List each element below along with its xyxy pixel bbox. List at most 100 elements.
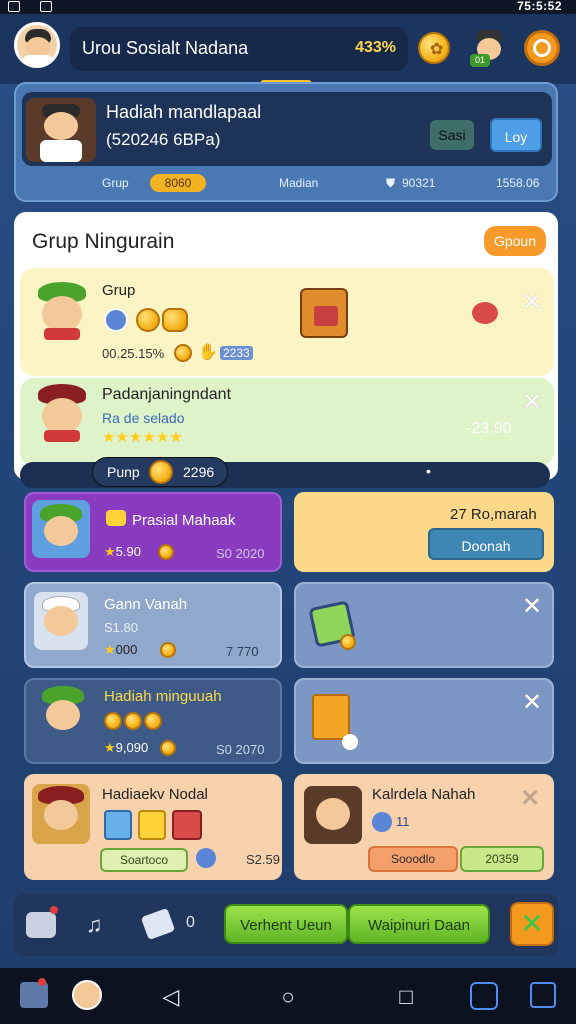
row-name: Grup — [102, 282, 136, 299]
coin-icon — [158, 544, 174, 560]
recents-icon[interactable]: □ — [391, 984, 421, 1010]
card-subtitle: S1.80 — [104, 620, 138, 635]
character-avatar — [34, 282, 90, 340]
blue-coin-icon — [196, 848, 216, 868]
card-title: 27 Ro,marah — [450, 506, 537, 523]
coin-icon — [124, 712, 142, 730]
app-icon — [40, 1, 52, 12]
notification-dot — [50, 906, 58, 914]
coin-icon — [174, 344, 192, 362]
reward-card[interactable]: ✕ — [294, 678, 554, 764]
hero-primary-button[interactable]: Loy — [490, 118, 542, 152]
primary-action-button[interactable]: Verhent Ueun — [224, 904, 348, 944]
divider-value: 2296 — [183, 464, 215, 480]
card-title: Gann Vanah — [104, 596, 188, 613]
close-icon[interactable]: ✕ — [522, 388, 542, 417]
close-icon[interactable]: ✕ — [510, 902, 554, 946]
chip-green[interactable]: 20359 — [460, 846, 544, 872]
reward-card[interactable]: Gann Vanah S1.80 ★000 7 770 — [24, 582, 282, 668]
coin-icon — [104, 712, 122, 730]
app-switch-icon[interactable] — [20, 982, 48, 1008]
profile-avatar[interactable] — [14, 22, 60, 68]
header-title: Urou Sosialt Nadana — [82, 38, 249, 58]
chip-green[interactable]: Soartoco — [100, 848, 188, 872]
reward-card[interactable]: Kalrdela Nahah 11 ✕ Sooodlo 20359 — [294, 774, 554, 880]
chip-orange[interactable]: Sooodlo — [368, 846, 458, 872]
coin-icon — [160, 642, 176, 658]
card-title: Kalrdela Nahah — [372, 786, 476, 803]
profile-avatar[interactable] — [72, 980, 102, 1010]
notification-icon — [8, 1, 20, 12]
reward-card[interactable]: 27 Ro,marah Doonah — [294, 492, 554, 572]
bottom-action-bar: ♫ 0 Verhent Ueun Waipinuri Daan ✕ — [14, 894, 558, 956]
hero-foot-mid-value: 90321 — [402, 176, 436, 190]
card-icon-yellow — [138, 810, 166, 840]
hero-foot-right-value: 1558.06 — [496, 176, 540, 190]
coin-icon — [149, 460, 173, 484]
list-item[interactable]: Padanjaningndant Ra de selado ★★★★★★ -23… — [20, 378, 554, 466]
thumb-icon: ✋ — [198, 344, 218, 361]
reward-card[interactable]: Hadiah minguuah ★9,090 S0 2070 — [24, 678, 282, 764]
card-title: Hadiah minguuah — [104, 688, 222, 705]
card-score: ★5.90 — [104, 544, 141, 559]
card-avatar — [304, 786, 362, 844]
row-name: Padanjaningndant — [102, 386, 232, 403]
card-meta: 7 770 — [226, 644, 259, 659]
back-icon[interactable]: ◁ — [156, 984, 186, 1010]
card-subtitle: 11 — [396, 814, 410, 829]
home-icon[interactable]: ○ — [273, 984, 303, 1010]
system-nav-bar: ◁ ○ □ — [0, 968, 576, 1024]
card-avatar — [34, 592, 88, 650]
status-time: 75:5:52 — [517, 0, 562, 13]
hero-subtitle: (520246 6BPa) — [106, 130, 221, 149]
window-icon[interactable] — [530, 982, 556, 1008]
panel-action-button[interactable]: Gpoun — [484, 226, 546, 256]
badge-icon — [342, 734, 358, 750]
hero-foot-label: Grup — [102, 176, 129, 190]
blue-coin-icon — [104, 308, 128, 332]
card-meta: S0 2070 — [216, 742, 265, 757]
coin-icon[interactable]: ✿ — [418, 32, 450, 64]
card-avatar — [32, 784, 90, 844]
friend-avatar[interactable]: 01 — [468, 28, 508, 68]
card-score: ★9,090 — [104, 740, 149, 755]
close-icon[interactable]: ✕ — [522, 288, 542, 317]
card-avatar — [32, 500, 90, 558]
card-icon-red — [172, 810, 202, 840]
close-icon[interactable]: ✕ — [520, 784, 540, 813]
hero-foot-mid-label: Madian — [279, 176, 319, 190]
divider-label: Punp — [107, 464, 140, 480]
hero-secondary-button[interactable]: Sasi — [430, 120, 474, 150]
reward-card[interactable]: ✕ — [294, 582, 554, 668]
list-item[interactable]: Grup 00.25.15% ✋ 2233 ✕ — [20, 268, 554, 376]
close-icon[interactable]: ✕ — [522, 592, 542, 621]
settings-icon[interactable] — [524, 30, 560, 66]
reward-card[interactable]: Hadiaekv Nodal Soartoco S2.59 — [24, 774, 282, 880]
hero-title: Hadiah mandlapaal — [106, 102, 262, 122]
coin-stack-icon — [162, 308, 188, 332]
music-icon[interactable]: ♫ — [86, 912, 103, 938]
share-icon[interactable] — [470, 982, 498, 1010]
donate-button[interactable]: Doonah — [428, 528, 544, 560]
gift-icon — [312, 694, 350, 740]
blue-coin-icon — [372, 812, 392, 832]
card-meta: S0 2020 — [216, 546, 265, 561]
close-icon[interactable]: ✕ — [522, 688, 542, 717]
coin-icon — [160, 740, 176, 756]
hero-foot-coin-value: 8060 — [150, 174, 206, 192]
bottom-small-text: 0 — [186, 914, 195, 931]
folder-icon[interactable] — [26, 912, 56, 938]
character-avatar — [34, 384, 90, 444]
status-bar: 75:5:52 — [0, 0, 576, 14]
card-icon-blue — [104, 810, 132, 840]
card-title: Hadiaekv Nodal — [102, 786, 208, 803]
row-value: -23.90 — [466, 420, 512, 437]
card-title: Prasial Mahaak — [132, 512, 236, 529]
chat-icon — [106, 510, 126, 526]
hero-inner: Hadiah mandlapaal (520246 6BPa) Sasi Loy — [22, 92, 552, 166]
reward-card[interactable]: Prasial Mahaak ★5.90 S0 2020 — [24, 492, 282, 572]
secondary-action-button[interactable]: Waipinuri Daan — [348, 904, 490, 944]
hero-footer: Grup 8060 Madian ⛊ 90321 1558.06 — [14, 170, 558, 200]
card-avatar — [34, 686, 92, 744]
tag-icon[interactable] — [140, 907, 176, 941]
